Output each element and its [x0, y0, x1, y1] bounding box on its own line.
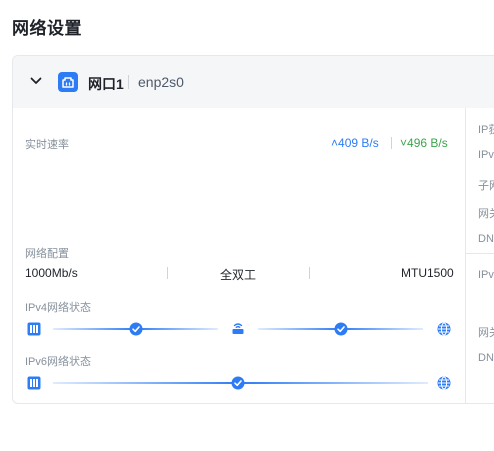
ipv4-info-label: IPv4 [478, 149, 494, 161]
ipv4-info-label: 子网 [478, 180, 494, 192]
realtime-speed-label: 实时速率 [25, 139, 69, 151]
globe-icon [437, 322, 451, 336]
speed-divider [391, 137, 392, 149]
right-panel-divider [465, 108, 466, 404]
ipv6-info-label: IPv6 [478, 269, 494, 281]
check-circle-icon [129, 322, 143, 336]
network-config-label: 网络配置 [25, 248, 69, 260]
port-card-header[interactable]: 网口1 enp2s0 [13, 56, 494, 108]
link-speed-value: 1000Mb/s [25, 266, 78, 280]
upload-speed: ˄409 B/s [331, 136, 379, 150]
port-device-name: enp2s0 [138, 74, 184, 90]
upload-arrow-icon: ˄ [331, 136, 339, 150]
ipv6-info-label: DNS [478, 352, 494, 364]
ethernet-port-icon [58, 72, 78, 92]
ipv4-info-label: 网关 [478, 208, 494, 220]
header-divider [128, 75, 129, 89]
globe-icon [437, 376, 451, 390]
config-divider [167, 267, 168, 279]
device-icon [27, 322, 41, 336]
ipv6-info-label: 网关 [478, 327, 494, 339]
ipv4-info-label: IP获 [478, 124, 494, 136]
config-divider [309, 267, 310, 279]
router-icon [232, 323, 244, 334]
port-name: 网口1 [88, 76, 124, 92]
download-speed: ˅496 B/s [400, 136, 448, 150]
mtu-value: MTU1500 [401, 266, 454, 280]
ipv6-status-label: IPv6网络状态 [25, 356, 92, 368]
right-panel-separator [466, 253, 494, 254]
duplex-value: 全双工 [220, 268, 257, 282]
ipv4-info-label: DNS [478, 233, 494, 245]
network-port-card: 网口1 enp2s0 实时速率 ˄409 B/s ˅496 B/s 网络配置 1… [12, 55, 494, 404]
chevron-down-icon[interactable] [29, 74, 43, 88]
ipv4-status-label: IPv4网络状态 [25, 302, 92, 314]
page-title: 网络设置 [12, 19, 82, 38]
check-circle-icon [334, 322, 348, 336]
check-circle-icon [231, 376, 245, 390]
download-arrow-icon: ˅ [400, 136, 408, 150]
device-icon [27, 376, 41, 390]
